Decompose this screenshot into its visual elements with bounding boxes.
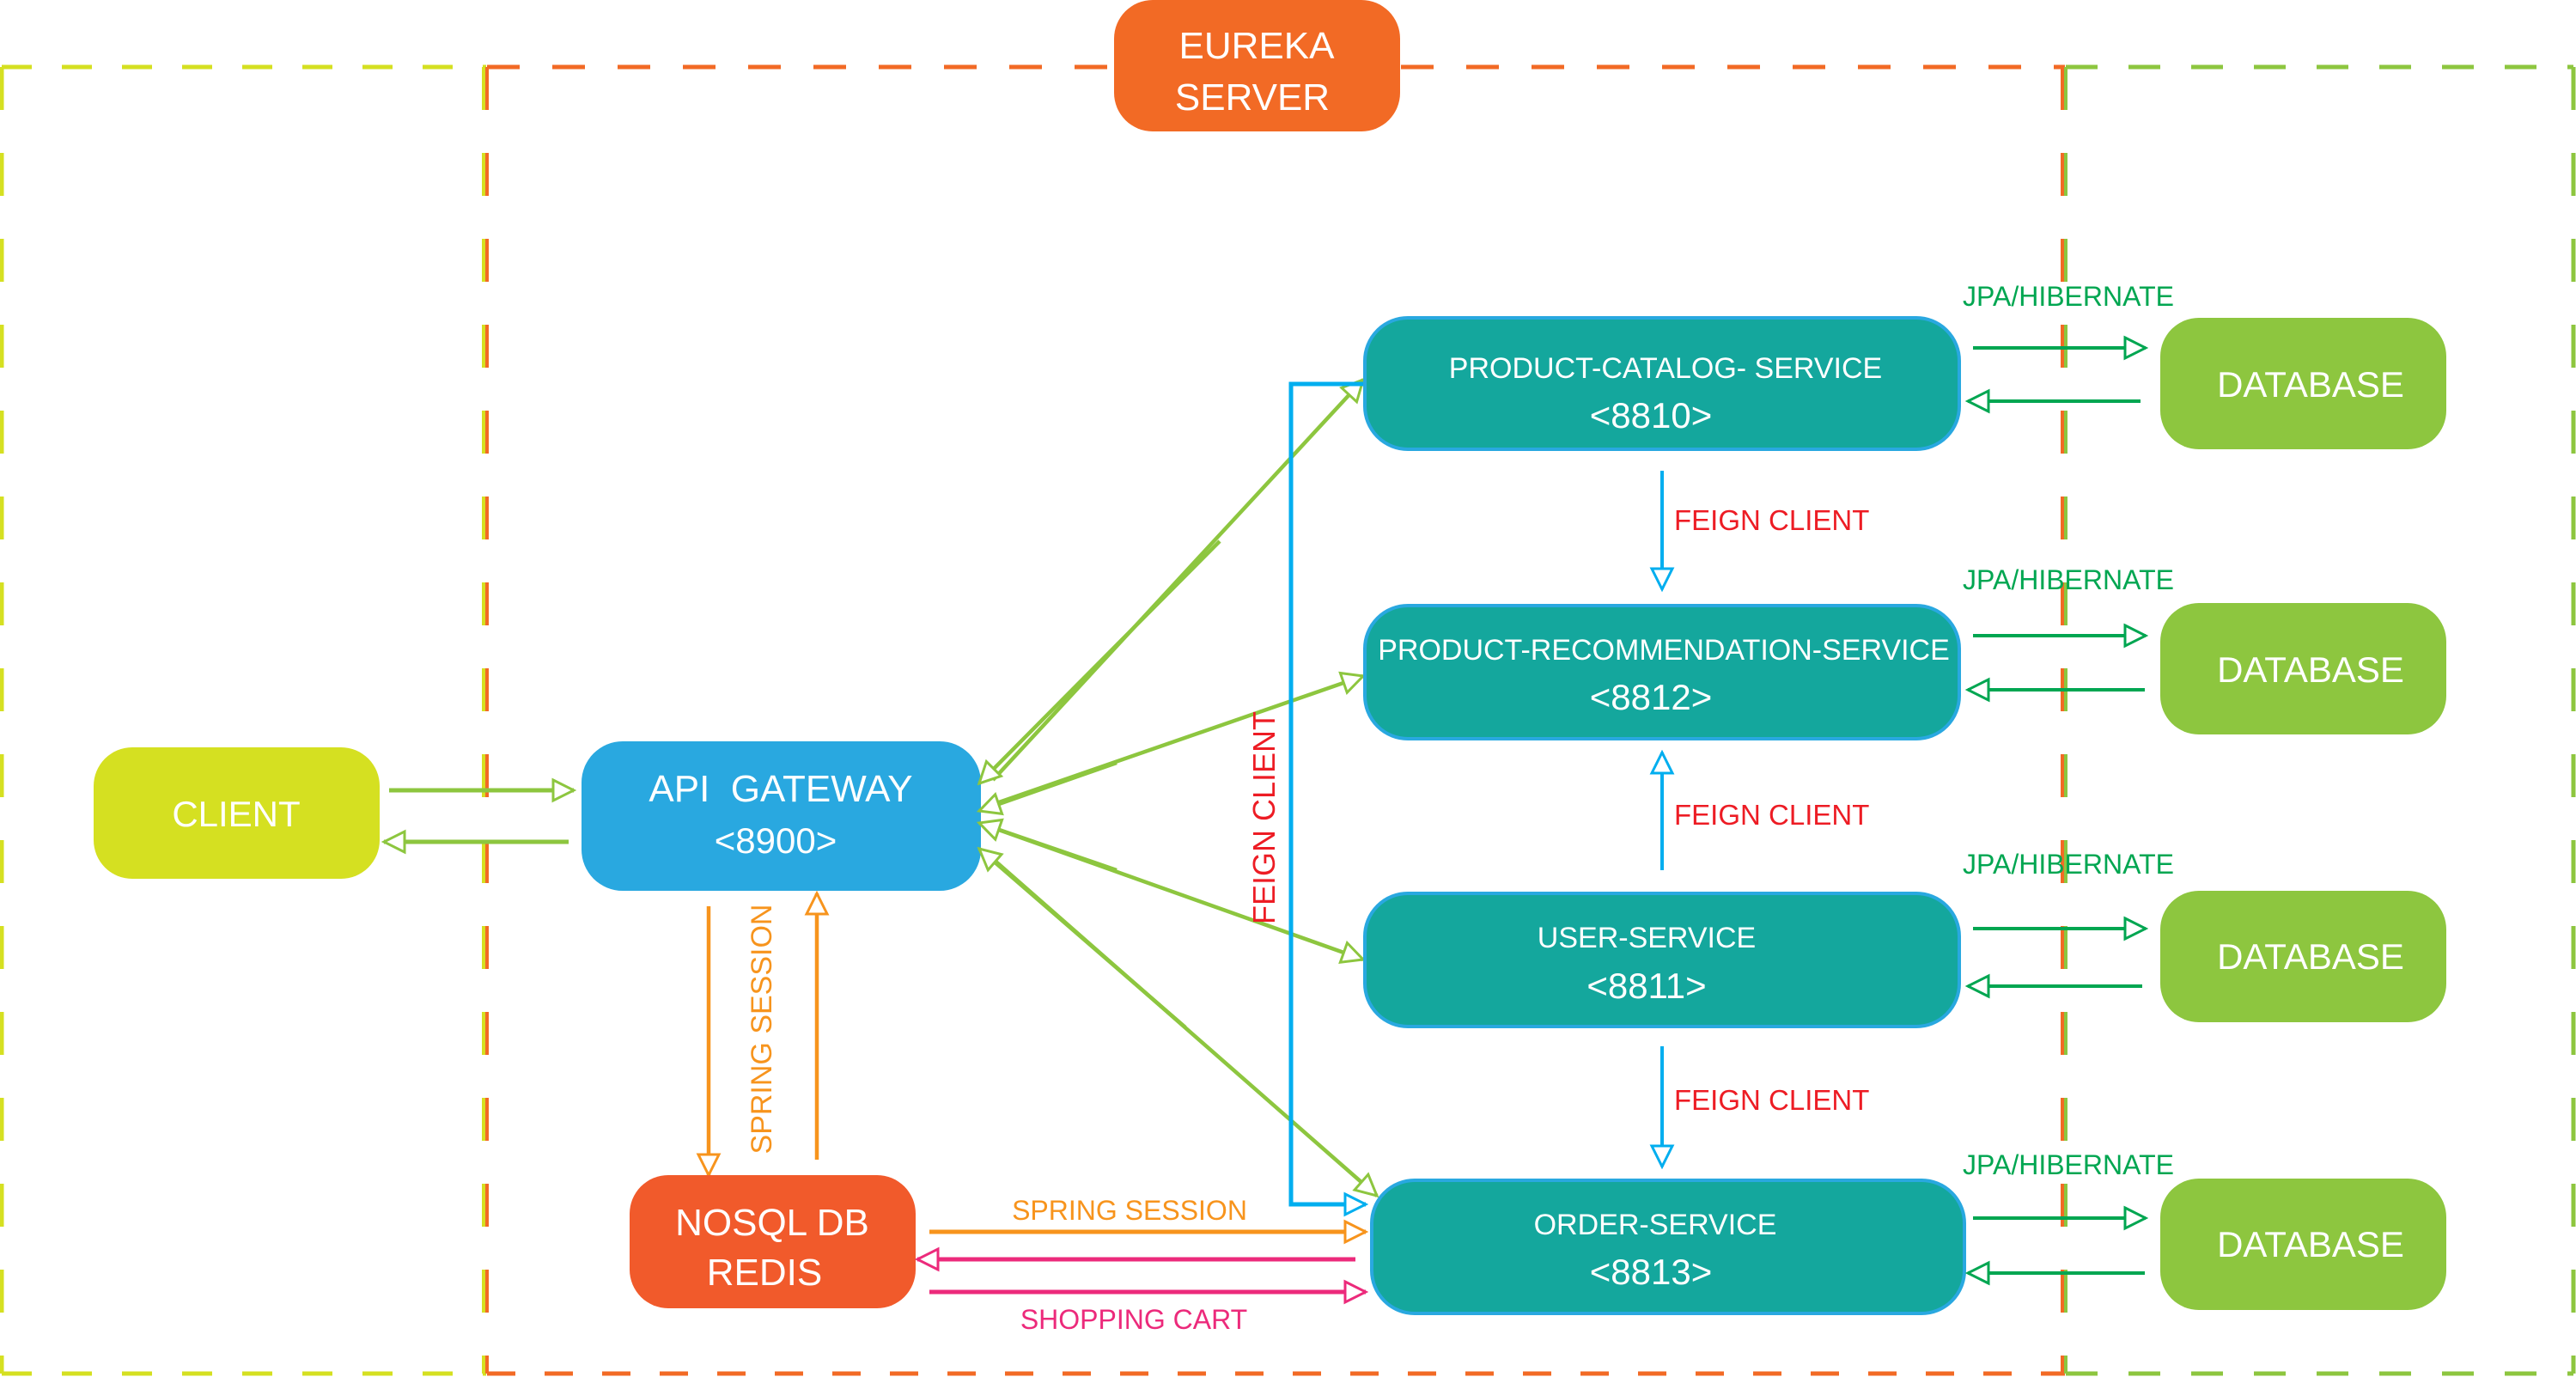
- database-node-1[interactable]: DATABASE: [2160, 318, 2446, 449]
- feign-label: FEIGN CLIENT: [1674, 504, 1869, 536]
- order-redis-session-label: SPRING SESSION: [1012, 1195, 1247, 1226]
- nosql-redis-node[interactable]: NOSQL DB REDIS: [630, 1175, 916, 1308]
- service-product-recommendation[interactable]: PRODUCT-RECOMMENDATION-SERVICE <8812>: [1363, 604, 1961, 740]
- gateway-service-links: [979, 380, 1377, 1196]
- database-node-3[interactable]: DATABASE: [2160, 891, 2446, 1022]
- order-redis-cart-label: SHOPPING CART: [1020, 1304, 1247, 1335]
- architecture-diagram: EUREKA SERVER CLIENT API GATEWAY <8900> …: [0, 0, 2576, 1376]
- gateway-port: <8900>: [715, 820, 837, 861]
- database-node-4[interactable]: DATABASE: [2160, 1179, 2446, 1310]
- db-link-3: JPA/HIBERNATE: [1963, 849, 2174, 986]
- catalog-gateway-arrow: [979, 539, 1221, 783]
- client-node[interactable]: CLIENT: [94, 747, 380, 879]
- database-node-2[interactable]: DATABASE: [2160, 603, 2446, 734]
- nosql-line1: NOSQL DB: [675, 1202, 869, 1244]
- service-name: PRODUCT-CATALOG- SERVICE: [1449, 352, 1882, 385]
- service-name: ORDER-SERVICE: [1534, 1209, 1777, 1241]
- eureka-line2: SERVER: [1175, 76, 1330, 119]
- order-gateway-arrow: [979, 849, 1187, 1029]
- feign-catalog-order-link: FEIGN CLIENT: [1246, 381, 1366, 1204]
- service-name: PRODUCT-RECOMMENDATION-SERVICE: [1378, 634, 1950, 667]
- gateway-catalog-arrow: [991, 380, 1363, 782]
- gateway-redis-session-link: SPRING SESSION: [709, 893, 817, 1175]
- client-label: CLIENT: [172, 794, 300, 834]
- gateway-name: API GATEWAY: [649, 768, 912, 810]
- service-name: USER-SERVICE: [1538, 922, 1756, 954]
- database-label: DATABASE: [2217, 364, 2404, 405]
- api-gateway-node[interactable]: API GATEWAY <8900>: [582, 741, 981, 891]
- feign-user-order-link: FEIGN CLIENT: [1662, 1046, 1869, 1167]
- db-link-2: JPA/HIBERNATE: [1963, 564, 2174, 690]
- jpa-label: JPA/HIBERNATE: [1963, 849, 2174, 880]
- service-user[interactable]: USER-SERVICE <8811>: [1363, 892, 1961, 1028]
- database-label: DATABASE: [2217, 1224, 2404, 1264]
- nosql-line2: REDIS: [707, 1252, 822, 1294]
- feign-label: FEIGN CLIENT: [1674, 1084, 1869, 1116]
- service-port: <8811>: [1586, 966, 1706, 1006]
- eureka-server-node[interactable]: EUREKA SERVER: [1114, 0, 1400, 131]
- service-port: <8812>: [1590, 677, 1713, 717]
- db-link-4: JPA/HIBERNATE: [1963, 1149, 2174, 1273]
- database-label: DATABASE: [2217, 936, 2404, 977]
- service-port: <8810>: [1590, 395, 1713, 436]
- feign-user-recommendation-link: FEIGN CLIENT: [1662, 752, 1869, 870]
- service-order[interactable]: ORDER-SERVICE <8813>: [1370, 1179, 1966, 1315]
- eureka-line1: EUREKA: [1179, 25, 1336, 67]
- zone-client: [0, 64, 486, 1376]
- feign-catalog-recommendation-link: FEIGN CLIENT: [1662, 471, 1869, 589]
- database-label: DATABASE: [2217, 649, 2404, 690]
- service-product-catalog[interactable]: PRODUCT-CATALOG- SERVICE <8810>: [1363, 316, 1961, 451]
- jpa-label: JPA/HIBERNATE: [1963, 1149, 2174, 1180]
- jpa-label: JPA/HIBERNATE: [1963, 564, 2174, 595]
- jpa-label: JPA/HIBERNATE: [1963, 281, 2174, 312]
- feign-label: FEIGN CLIENT: [1674, 799, 1869, 831]
- feign-vertical-label: FEIGN CLIENT: [1246, 711, 1282, 924]
- db-link-1: JPA/HIBERNATE: [1963, 281, 2174, 401]
- redis-order-links: SPRING SESSION SHOPPING CART: [917, 1195, 1366, 1335]
- service-port: <8813>: [1590, 1252, 1713, 1292]
- gateway-redis-session-label: SPRING SESSION: [746, 905, 778, 1155]
